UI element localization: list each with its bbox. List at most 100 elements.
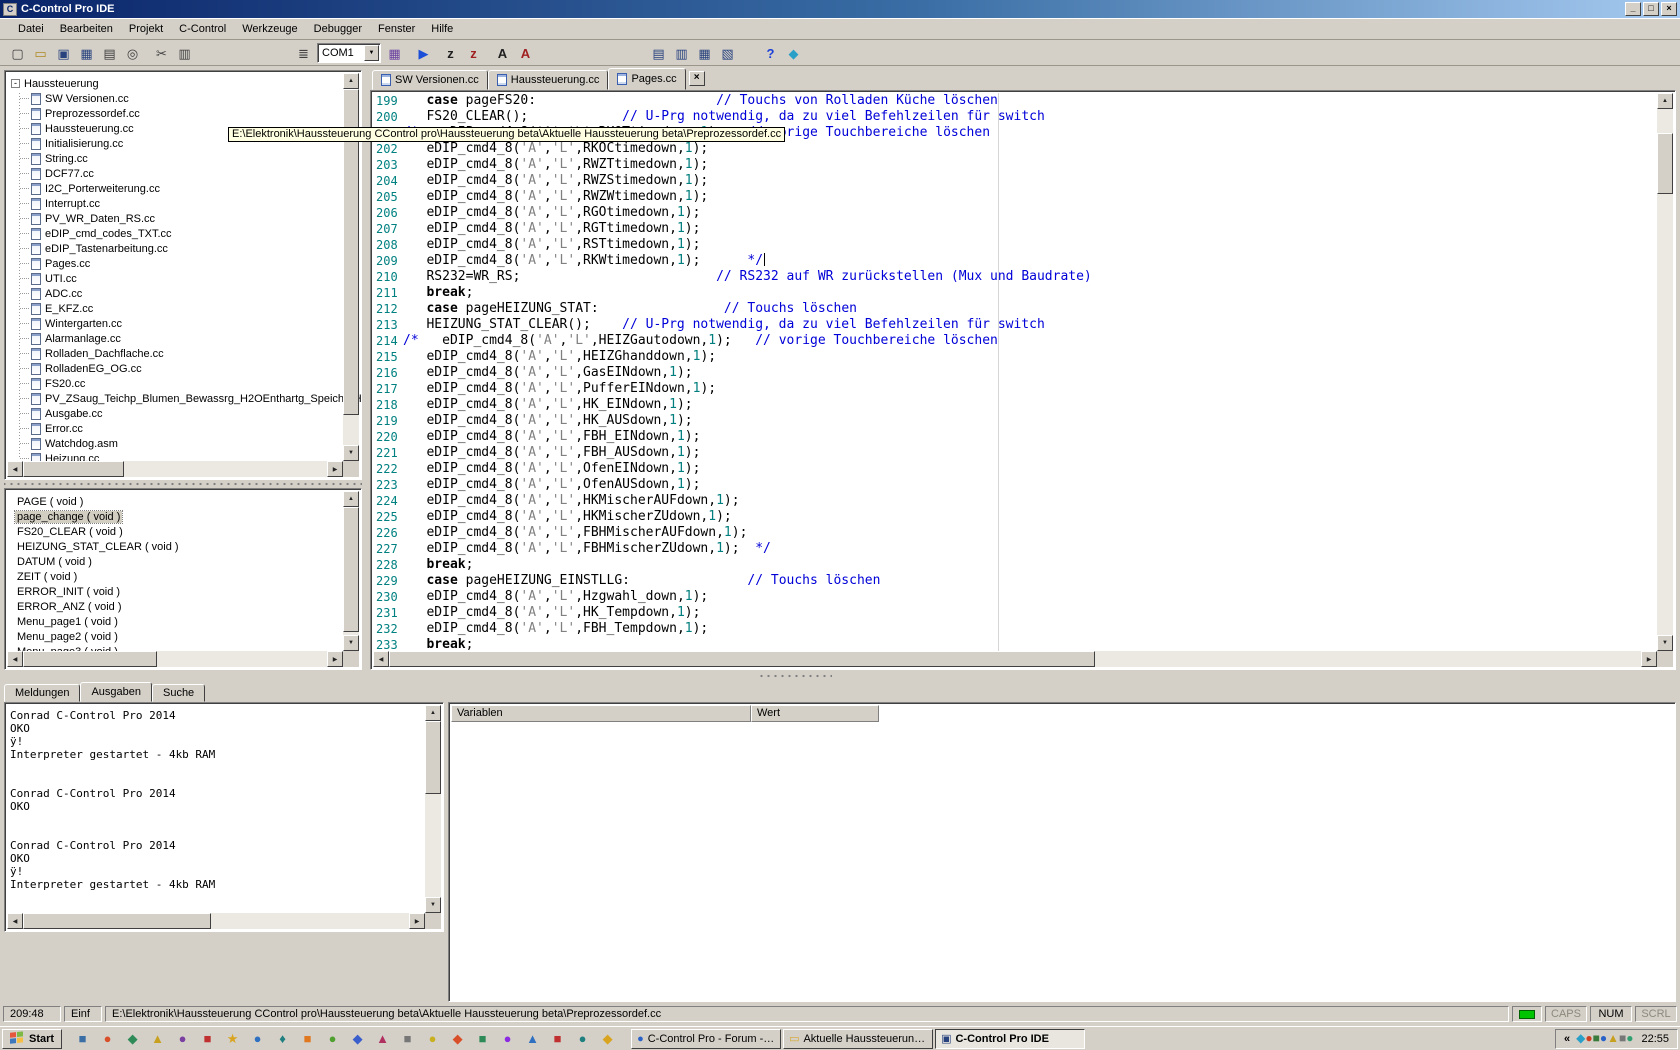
tree-file-alarmanlage-cc[interactable]: Alarmanlage.cc <box>7 331 363 346</box>
scrollbar-thumb[interactable] <box>23 913 211 929</box>
tree-file-uti-cc[interactable]: UTI.cc <box>7 271 363 286</box>
tree-file-pv-wr-daten-rs-cc[interactable]: PV_WR_Daten_RS.cc <box>7 211 363 226</box>
tray-icon-5[interactable]: ▲ <box>1607 1031 1619 1045</box>
tray-icon-2[interactable]: ● <box>1585 1031 1592 1045</box>
tree-file-wintergarten-cc[interactable]: Wintergarten.cc <box>7 316 363 331</box>
quicklaunch-icon-12[interactable]: ◆ <box>345 1029 370 1049</box>
function-list-item[interactable]: DATUM ( void ) <box>7 554 343 569</box>
window-arrange-button[interactable]: ▧ <box>716 42 739 64</box>
menu-werkzeuge[interactable]: Werkzeuge <box>234 20 305 38</box>
menu-fenster[interactable]: Fenster <box>370 20 423 38</box>
info-button[interactable]: ◆ <box>782 42 805 64</box>
edit-mode-button[interactable]: A <box>514 42 537 64</box>
tree-file-e-kfz-cc[interactable]: E_KFZ.cc <box>7 301 363 316</box>
scroll-left-button[interactable]: ◀ <box>373 651 389 667</box>
output-tab-ausgaben[interactable]: Ausgaben <box>80 682 152 702</box>
tree-file-rolladen-dachflache-cc[interactable]: Rolladen_Dachflache.cc <box>7 346 363 361</box>
menu-c-control[interactable]: C-Control <box>171 20 234 38</box>
variables-body[interactable] <box>451 722 1673 999</box>
interface-button[interactable]: ≣ <box>292 42 315 64</box>
task-button-aktuelle-haussteuerung[interactable]: ▭Aktuelle Haussteuerung ... <box>783 1029 933 1049</box>
scrollbar-thumb[interactable] <box>425 721 441 794</box>
tree-root[interactable]: -Haussteuerung <box>7 76 363 91</box>
debug-trace-button[interactable]: z <box>462 42 485 64</box>
quicklaunch-icon-17[interactable]: ■ <box>470 1029 495 1049</box>
scroll-left-button[interactable]: ◀ <box>7 913 23 929</box>
quicklaunch-icon-11[interactable]: ● <box>320 1029 345 1049</box>
editor-tab-sw-versionen-cc[interactable]: SW Versionen.cc <box>372 70 488 90</box>
function-list-item[interactable]: page_change ( void ) <box>7 509 343 524</box>
quicklaunch-icon-5[interactable]: ● <box>170 1029 195 1049</box>
menu-datei[interactable]: Datei <box>10 20 52 38</box>
tree-file-preprozessordef-cc[interactable]: Preprozessordef.cc <box>7 106 363 121</box>
function-list-item[interactable]: ZEIT ( void ) <box>7 569 343 584</box>
tree-horizontal-scrollbar[interactable]: ◀▶ <box>7 461 343 477</box>
copy-button[interactable]: ▥ <box>173 42 196 64</box>
variables-column-header[interactable]: Variablen <box>451 705 751 722</box>
window-cascade-button[interactable]: ▤ <box>647 42 670 64</box>
quicklaunch-icon-3[interactable]: ◆ <box>120 1029 145 1049</box>
output-vertical-scrollbar[interactable]: ▲▼ <box>425 705 441 913</box>
output-log[interactable]: Conrad C-Control Pro 2014OKOÿ!Interprete… <box>7 705 425 913</box>
open-file-button[interactable]: ▭ <box>29 42 52 64</box>
minimize-button[interactable]: _ <box>1625 2 1641 16</box>
task-button-c-control-pro-forum[interactable]: ●C-Control Pro - Forum - ... <box>631 1029 781 1049</box>
function-list-item[interactable]: Menu_page1 ( void ) <box>7 614 343 629</box>
quicklaunch-icon-20[interactable]: ■ <box>545 1029 570 1049</box>
taskbar-clock[interactable]: 22:55 <box>1641 1033 1669 1045</box>
editor-tab-haussteuerung-cc[interactable]: Haussteuerung.cc <box>488 70 609 90</box>
tree-file-rolladeneg-og-cc[interactable]: RolladenEG_OG.cc <box>7 361 363 376</box>
save-button[interactable]: ▣ <box>52 42 75 64</box>
print-button[interactable]: ▤ <box>98 42 121 64</box>
quicklaunch-icon-15[interactable]: ● <box>420 1029 445 1049</box>
save-all-button[interactable]: ▦ <box>75 42 98 64</box>
tab-close-button[interactable]: × <box>689 71 705 86</box>
menu-projekt[interactable]: Projekt <box>121 20 171 38</box>
font-button[interactable]: A <box>491 42 514 64</box>
scrollbar-thumb[interactable] <box>343 507 359 632</box>
function-list-item[interactable]: HEIZUNG_STAT_CLEAR ( void ) <box>7 539 343 554</box>
quicklaunch-icon-13[interactable]: ▲ <box>370 1029 395 1049</box>
function-list-item[interactable]: Menu_page3 ( void ) <box>7 644 343 651</box>
chip-button[interactable]: ▦ <box>383 42 406 64</box>
scroll-right-button[interactable]: ▶ <box>1641 651 1657 667</box>
tray-icon-3[interactable]: ■ <box>1593 1031 1600 1045</box>
value-column-header[interactable]: Wert <box>751 705 879 722</box>
quicklaunch-icon-16[interactable]: ◆ <box>445 1029 470 1049</box>
scroll-down-button[interactable]: ▼ <box>343 445 359 461</box>
menu-hilfe[interactable]: Hilfe <box>423 20 461 38</box>
scrollbar-thumb[interactable] <box>1657 133 1673 194</box>
window-tile-v-button[interactable]: ▦ <box>693 42 716 64</box>
tree-file-string-cc[interactable]: String.cc <box>7 151 363 166</box>
scroll-right-button[interactable]: ▶ <box>327 461 343 477</box>
vertical-splitter[interactable] <box>362 68 370 670</box>
quicklaunch-icon-19[interactable]: ▲ <box>520 1029 545 1049</box>
tray-icon-7[interactable]: ● <box>1626 1031 1633 1045</box>
tree-file-fs20-cc[interactable]: FS20.cc <box>7 376 363 391</box>
tray-icon-4[interactable]: ● <box>1600 1031 1607 1045</box>
output-tab-suche[interactable]: Suche <box>152 684 205 702</box>
functions-horizontal-scrollbar[interactable]: ◀▶ <box>7 651 343 667</box>
function-list[interactable]: PAGE ( void )page_change ( void )FS20_CL… <box>7 491 343 651</box>
maximize-button[interactable]: □ <box>1643 2 1659 16</box>
find-button[interactable]: ◎ <box>121 42 144 64</box>
tree-file-sw-versionen-cc[interactable]: SW Versionen.cc <box>7 91 363 106</box>
quicklaunch-icon-14[interactable]: ■ <box>395 1029 420 1049</box>
tree-file-interrupt-cc[interactable]: Interrupt.cc <box>7 196 363 211</box>
function-list-item[interactable]: FS20_CLEAR ( void ) <box>7 524 343 539</box>
quicklaunch-icon-10[interactable]: ■ <box>295 1029 320 1049</box>
code-editor[interactable]: 199 case pageFS20: // Touchs von Rollade… <box>373 93 1657 651</box>
quicklaunch-icon-7[interactable]: ★ <box>220 1029 245 1049</box>
quicklaunch-icon-21[interactable]: ● <box>570 1029 595 1049</box>
close-button[interactable]: × <box>1661 2 1677 16</box>
tree-file-dcf77-cc[interactable]: DCF77.cc <box>7 166 363 181</box>
scroll-up-button[interactable]: ▲ <box>343 491 359 507</box>
scroll-down-button[interactable]: ▼ <box>1657 635 1673 651</box>
function-list-item[interactable]: Menu_page2 ( void ) <box>7 629 343 644</box>
tree-file-i2c-porterweiterung-cc[interactable]: I2C_Porterweiterung.cc <box>7 181 363 196</box>
quicklaunch-icon-2[interactable]: ● <box>95 1029 120 1049</box>
scroll-left-button[interactable]: ◀ <box>7 651 23 667</box>
scroll-down-button[interactable]: ▼ <box>343 635 359 651</box>
quicklaunch-icon-4[interactable]: ▲ <box>145 1029 170 1049</box>
left-panel-splitter[interactable] <box>4 480 362 488</box>
